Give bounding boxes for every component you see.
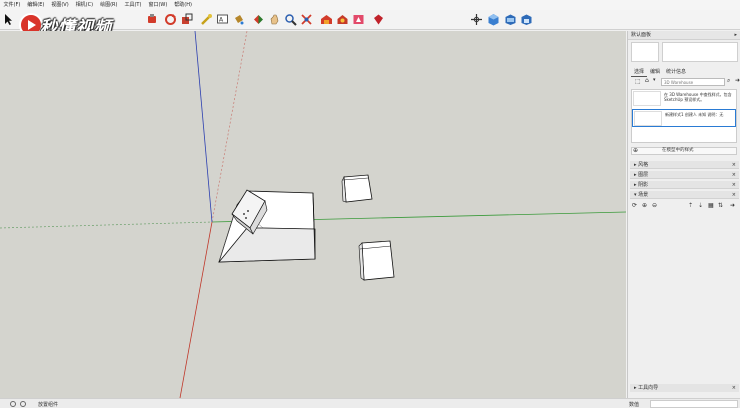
menu-view[interactable]: 视图(V)	[48, 0, 72, 10]
green-axis-negative	[0, 221, 213, 229]
share-model-icon[interactable]	[352, 13, 365, 26]
status-hint: 放置组件	[38, 402, 59, 408]
tray-shadows-label: 阴影	[638, 182, 649, 188]
up-icon[interactable]: ⇡	[688, 202, 693, 209]
style-in-model-field[interactable]: 在模型中的样式	[631, 147, 737, 155]
tray-scenes[interactable]: ▾ 场景 ×	[630, 191, 739, 199]
sketchup-window: 文件(F) 编辑(E) 视图(V) 相机(C) 绘图(R) 工具(T) 窗口(W…	[0, 0, 740, 408]
style-in-model-label: 在模型中的样式	[662, 148, 694, 153]
menu-file[interactable]: 文件(F)	[0, 0, 24, 10]
tray-styles-label: 风格	[638, 162, 649, 168]
close-icon[interactable]: ×	[732, 161, 736, 169]
ruby-icon[interactable]	[372, 13, 385, 26]
red-axis-negative	[211, 31, 248, 223]
geo-location-icon[interactable]	[10, 401, 16, 407]
scale-icon[interactable]	[180, 13, 193, 26]
section-icon[interactable]	[470, 13, 483, 26]
tab-select[interactable]: 选择	[631, 68, 648, 77]
pan-icon[interactable]	[268, 13, 281, 26]
menu-window[interactable]: 窗口(W)	[145, 0, 171, 10]
search-icon[interactable]: ⌕	[727, 77, 730, 85]
warehouse-icon[interactable]	[320, 13, 333, 26]
measurements-input[interactable]	[650, 400, 738, 408]
add-icon[interactable]: ⊕	[642, 202, 647, 209]
view-options-icon[interactable]: ▦	[708, 202, 714, 209]
style-tabs: 选择 编辑 统计信息	[631, 68, 689, 77]
down-icon[interactable]: ⇣	[698, 202, 703, 209]
back-icon[interactable]: ⬚	[635, 78, 641, 85]
warehouse-search-input[interactable]	[661, 78, 725, 86]
tray-instructor[interactable]: ▸ 工具向导 ×	[630, 384, 739, 392]
default-tray: 默认面板 ▸ 选择 编辑 统计信息 ⬚ ⌂ ▾ ⌕ ➜ 在 3D Warehou…	[627, 31, 740, 398]
tab-stats[interactable]: 统计信息	[663, 68, 689, 77]
scene-tools: ⟳ ⊕ ⊖ ⇡ ⇣ ▦ ⇅ ➜	[632, 202, 738, 210]
paint-bucket-icon[interactable]	[232, 13, 245, 26]
top-view-icon[interactable]	[504, 13, 517, 26]
close-icon[interactable]: ×	[732, 181, 736, 189]
tray-title: 默认面板	[628, 31, 740, 40]
select-icon[interactable]	[2, 13, 15, 26]
sort-icon[interactable]: ⇅	[718, 202, 723, 209]
cube-upper[interactable]	[341, 174, 373, 203]
tape-icon[interactable]	[200, 13, 213, 26]
home-icon[interactable]: ⌂	[645, 77, 649, 84]
tray-instructor-label: 工具向导	[638, 385, 659, 391]
menu-help[interactable]: 帮助(H)	[171, 0, 196, 10]
style-preview-large	[662, 42, 738, 62]
rotate-icon[interactable]	[164, 13, 177, 26]
zoom-extents-icon[interactable]	[300, 13, 313, 26]
menu-tools[interactable]: 工具(T)	[121, 0, 145, 10]
menu-draw[interactable]: 绘图(R)	[97, 0, 121, 10]
style-thumbnail	[633, 91, 661, 106]
tab-edit[interactable]: 编辑	[647, 68, 663, 77]
menu-bar: 文件(F) 编辑(E) 视图(V) 相机(C) 绘图(R) 工具(T) 窗口(W…	[0, 0, 740, 10]
close-icon[interactable]: ×	[732, 191, 736, 199]
close-icon[interactable]: ×	[732, 384, 736, 392]
red-axis	[179, 221, 213, 398]
paint-icon[interactable]	[146, 13, 159, 26]
style-list: 在 3D Warehouse 中查找样式，包含 SketchUp 预设样式。 新…	[631, 89, 737, 143]
viewport-canvas[interactable]	[0, 31, 626, 398]
style-search-row: ⬚ ⌂ ▾ ⌕ ➜	[631, 77, 740, 87]
list-item[interactable]: 在 3D Warehouse 中查找样式，包含 SketchUp 预设样式。	[632, 90, 736, 108]
tray-layers[interactable]: ▸ 图层 ×	[630, 171, 739, 179]
wedge-block[interactable]	[218, 190, 316, 263]
blue-axis	[194, 31, 213, 223]
zoom-icon[interactable]	[284, 13, 297, 26]
measurements-label: 数值	[629, 402, 640, 408]
details-icon[interactable]: ➜	[735, 77, 740, 84]
menu-edit[interactable]: 编辑(E)	[24, 0, 48, 10]
tray-scenes-label: 场景	[638, 192, 649, 198]
text-icon[interactable]: A	[216, 13, 229, 26]
iso-view-icon[interactable]	[487, 13, 500, 26]
style-description: 新建样式1 创建人 未知 说明：无	[665, 112, 724, 117]
cube-lower[interactable]	[358, 240, 395, 281]
refresh-icon[interactable]: ⟳	[632, 202, 637, 209]
tray-shadows[interactable]: ▸ 阴影 ×	[630, 181, 739, 189]
tray-layers-label: 图层	[638, 172, 649, 178]
menu-camera[interactable]: 相机(C)	[72, 0, 96, 10]
credits-icon[interactable]	[20, 401, 26, 407]
remove-icon[interactable]: ⊖	[652, 202, 657, 209]
tray-collapse-icon[interactable]: ▸	[734, 31, 737, 40]
style-picker-icon[interactable]: ⊕	[633, 147, 638, 154]
dropdown-icon[interactable]: ▾	[653, 77, 656, 83]
status-bar: 放置组件 数值	[0, 398, 740, 408]
style-thumbnail	[634, 111, 662, 126]
style-preview-small	[631, 42, 659, 62]
details-icon[interactable]: ➜	[730, 202, 735, 209]
orbit-icon[interactable]	[252, 13, 265, 26]
model-viewport[interactable]	[0, 31, 626, 398]
style-description: 在 3D Warehouse 中查找样式，包含 SketchUp 预设样式。	[664, 92, 732, 102]
close-icon[interactable]: ×	[732, 171, 736, 179]
front-view-icon[interactable]	[520, 13, 533, 26]
extension-icon[interactable]	[336, 13, 349, 26]
list-item[interactable]: 新建样式1 创建人 未知 说明：无	[632, 109, 736, 127]
tray-styles[interactable]: ▸ 风格 ×	[630, 161, 739, 169]
